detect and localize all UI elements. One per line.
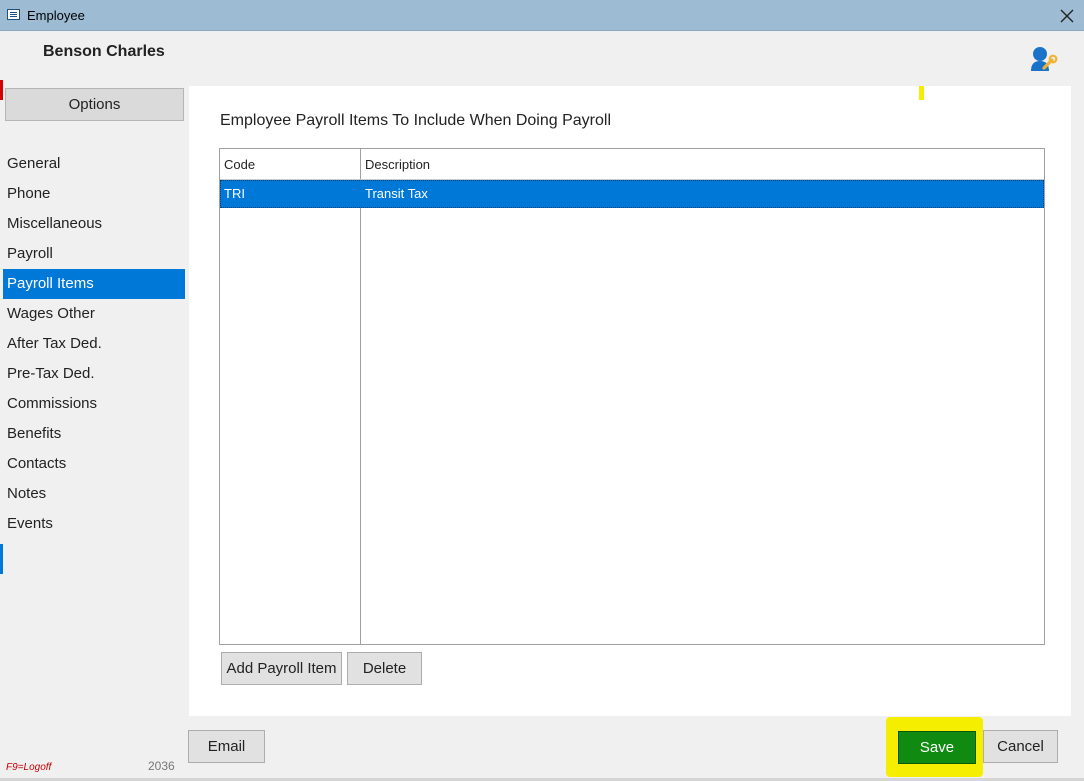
edge-mark-red xyxy=(0,80,3,100)
highlight-mark xyxy=(919,86,924,100)
payroll-items-panel: Employee Payroll Items To Include When D… xyxy=(189,86,1071,716)
logoff-hint: F9=Logoff xyxy=(6,762,52,773)
save-button[interactable]: Save xyxy=(898,731,976,764)
sidebar-item-phone[interactable]: Phone xyxy=(3,179,185,209)
add-payroll-item-button[interactable]: Add Payroll Item xyxy=(221,652,342,685)
sidebar-item-events[interactable]: Events xyxy=(3,509,185,539)
user-tool-icon[interactable] xyxy=(1028,44,1058,74)
sidebar-item-payroll-items[interactable]: Payroll Items xyxy=(3,269,185,299)
table-row[interactable]: TRI Transit Tax xyxy=(220,180,1044,208)
column-separator xyxy=(360,149,361,644)
options-button[interactable]: Options xyxy=(5,88,184,121)
code-number: 2036 xyxy=(148,759,175,773)
window-title: Employee xyxy=(27,8,85,23)
close-button[interactable] xyxy=(1050,0,1084,31)
window-app-icon xyxy=(7,9,20,20)
sidebar-item-pre-tax-ded[interactable]: Pre-Tax Ded. xyxy=(3,359,185,389)
sidebar-item-payroll[interactable]: Payroll xyxy=(3,239,185,269)
sidebar-item-wages-other[interactable]: Wages Other xyxy=(3,299,185,329)
cancel-button[interactable]: Cancel xyxy=(983,730,1058,763)
sidebar-item-commissions[interactable]: Commissions xyxy=(3,389,185,419)
cell-code: TRI xyxy=(224,186,245,201)
close-icon xyxy=(1060,9,1074,22)
sidebar-item-after-tax-ded[interactable]: After Tax Ded. xyxy=(3,329,185,359)
sidebar-item-miscellaneous[interactable]: Miscellaneous xyxy=(3,209,185,239)
sidebar-item-benefits[interactable]: Benefits xyxy=(3,419,185,449)
panel-title: Employee Payroll Items To Include When D… xyxy=(220,112,611,129)
column-header-code[interactable]: Code xyxy=(224,157,255,172)
edge-mark-blue xyxy=(0,544,3,574)
email-button[interactable]: Email xyxy=(188,730,265,763)
cell-description: Transit Tax xyxy=(365,186,428,201)
sidebar-item-general[interactable]: General xyxy=(3,149,185,179)
sidebar-nav: General Phone Miscellaneous Payroll Payr… xyxy=(3,149,185,539)
sidebar-item-notes[interactable]: Notes xyxy=(3,479,185,509)
sidebar-item-contacts[interactable]: Contacts xyxy=(3,449,185,479)
payroll-items-table[interactable]: Code Description TRI Transit Tax xyxy=(219,148,1045,645)
title-bar: Employee xyxy=(0,0,1084,31)
employee-name: Benson Charles xyxy=(43,43,165,60)
table-header: Code Description xyxy=(220,149,1044,180)
column-header-description[interactable]: Description xyxy=(365,157,430,172)
delete-button[interactable]: Delete xyxy=(347,652,422,685)
